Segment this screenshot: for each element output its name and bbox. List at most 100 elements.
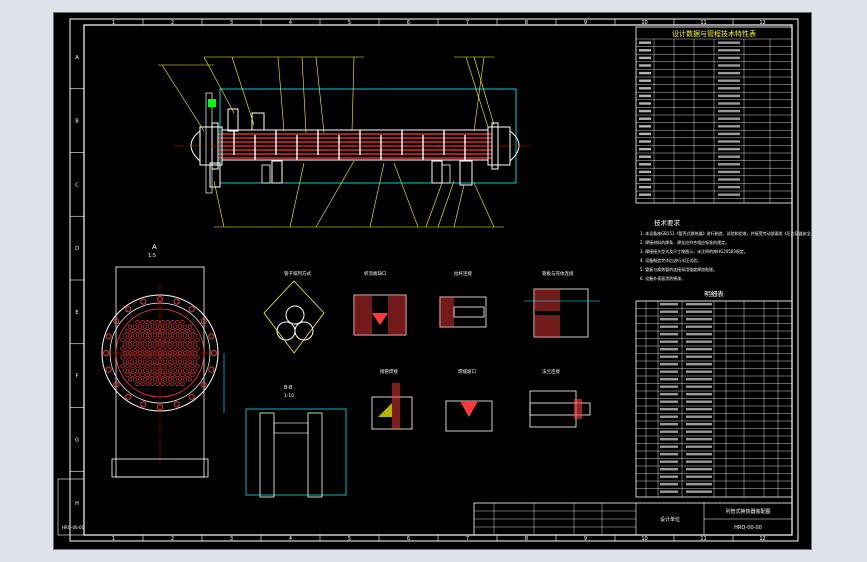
zone-number: 5 (348, 536, 351, 542)
leader-line (231, 56, 255, 126)
bolt-hole (208, 366, 215, 373)
leader-line (213, 180, 225, 228)
svg-text:管子排列方式: 管子排列方式 (284, 270, 311, 277)
svg-text:B-B: B-B (284, 385, 293, 391)
leader-line (277, 56, 285, 132)
title-text: 列管式换热器装配图 (725, 508, 770, 515)
bolt-hole (105, 333, 112, 340)
drawing-number: HRQ-00-00 (734, 525, 762, 531)
zone-number: 9 (584, 20, 587, 26)
zone-letter: G (75, 437, 79, 443)
section-view-scale: 1:5 (148, 253, 156, 259)
bolt-hole (188, 306, 195, 313)
heat-exchanger-elevation (158, 56, 534, 228)
zone-number: 3 (230, 536, 233, 542)
zone-number: 7 (466, 536, 469, 542)
drawing-sheet: 112233445566778899101011111212 ABCDEFGH (57, 18, 811, 542)
leader-line (393, 162, 419, 228)
zone-number: 9 (584, 536, 587, 542)
leader-line (289, 162, 305, 228)
leader-line (315, 56, 325, 134)
cad-viewport[interactable]: 1 1 2 2 3 3 4 4 5 5 6 6 7 7 8 8 9 9 10 10 11 11 12 12 ABCDEFGH (54, 13, 811, 549)
svg-text:拉杆连接: 拉杆连接 (454, 270, 472, 277)
tubesheet-section-view: A 1:5 (101, 243, 225, 478)
bolt-hole (208, 333, 215, 340)
saddle-right (441, 164, 451, 184)
detail-flange: 法兰连接 (529, 368, 591, 428)
leader-line (301, 56, 307, 134)
zone-letter: E (75, 310, 78, 316)
nozzle-left-top (227, 108, 239, 132)
zone-number: 6 (407, 20, 410, 26)
nozzle-shell-drain (271, 160, 283, 184)
zone-marks-side: A B C D E F G H (70, 55, 84, 507)
zone-number: 8 (525, 20, 528, 26)
zone-number: 1 (112, 536, 115, 542)
leader-line (473, 56, 485, 132)
zone-number: 1 (112, 20, 115, 26)
tech-req-line: 3. 焊接接头型式及尺寸按图示，未注明的按HG20583规定。 (640, 248, 748, 254)
zone-number: 8 (525, 536, 528, 542)
zone-number: 3 (230, 20, 233, 26)
zone-number: 10 (641, 20, 647, 26)
svg-text:管板与壳体连接: 管板与壳体连接 (542, 270, 574, 277)
corner-code: HRQ-00-00 (62, 525, 85, 530)
tech-req-title: 技术要求 (654, 218, 681, 227)
zone-number: 12 (759, 20, 765, 26)
bolt-hole (140, 298, 147, 305)
svg-text:焊缝坡口: 焊缝坡口 (458, 368, 476, 375)
svg-text:法兰连接: 法兰连接 (542, 368, 560, 375)
zone-number: 7 (466, 20, 469, 26)
bolt-hole (173, 401, 180, 408)
detail-tube-arrangement: 管子排列方式 (263, 270, 325, 354)
zone-number: 11 (700, 536, 706, 542)
detail-nozzle-weld: 接管焊接 (371, 368, 413, 430)
detail-weld-groove: 焊缝坡口 (445, 368, 493, 432)
bolt-hole (173, 298, 180, 305)
tech-req-line: 4. 设备制造完毕后进行水压试验。 (640, 257, 701, 263)
zone-number: 10 (641, 536, 647, 542)
small-section-bb: B-B 1:10 (245, 385, 347, 498)
zone-number: 2 (171, 536, 174, 542)
bolt-hole (140, 401, 147, 408)
leader-line (453, 184, 465, 228)
zone-number: 4 (289, 536, 292, 542)
technical-requirements: 技术要求 1. 本设备按GB151《管壳式换热器》进行制造、试验和验收，并接受劳… (640, 218, 811, 281)
zone-number: 11 (700, 20, 706, 26)
leader-line (315, 160, 355, 228)
bolt-hole (188, 393, 195, 400)
leader-line (351, 56, 355, 132)
tech-req-line: 1. 本设备按GB151《管壳式换热器》进行制造、试验和验收，并接受劳动部颁发《… (640, 230, 811, 236)
zone-number: 5 (348, 20, 351, 26)
parts-list: 明细表 (635, 289, 793, 498)
tech-req-line: 6. 设备外表面涂防锈漆。 (640, 275, 685, 281)
zone-letter: A (75, 55, 79, 61)
parts-list-title: 明细表 (704, 289, 724, 298)
design-data-table: 设计数据与管程技术特性表 (635, 26, 793, 204)
zone-number: 6 (407, 536, 410, 542)
leader-line (473, 182, 495, 228)
detail-tie-rod: 拉杆连接 (439, 270, 487, 328)
bolt-hole (105, 366, 112, 373)
svg-text:接管焊接: 接管焊接 (380, 368, 398, 375)
svg-text:1:10: 1:10 (284, 393, 294, 399)
zone-letter: F (76, 374, 79, 380)
design-table-title: 设计数据与管程技术特性表 (672, 29, 756, 38)
nozzle-marker (208, 99, 216, 107)
saddle-left (261, 164, 271, 184)
bolt-hole (125, 306, 132, 313)
zone-letter: C (75, 182, 79, 188)
tech-req-line: 5. 管板与换热管的连接采用强度焊加贴胀。 (640, 266, 717, 272)
nozzle-shell-outlet (431, 160, 443, 184)
title-block: 列管式换热器装配图 HRQ-00-00 设计单位 (473, 502, 793, 536)
zone-number: 2 (171, 20, 174, 26)
detail-tubesheet-shell: 管板与壳体连接 (524, 270, 600, 338)
zone-number: 12 (759, 536, 765, 542)
nozzle-shell-inlet (251, 112, 265, 131)
left-flange-ring (205, 92, 213, 194)
tech-req-line: 2. 焊接材料的焊条、焊丝应符合相应标准的规定。 (640, 239, 729, 245)
section-view-label: A (152, 243, 157, 251)
zone-letter: D (75, 246, 79, 252)
nozzle-right-bottom (459, 160, 473, 186)
zone-letter: B (75, 119, 79, 125)
